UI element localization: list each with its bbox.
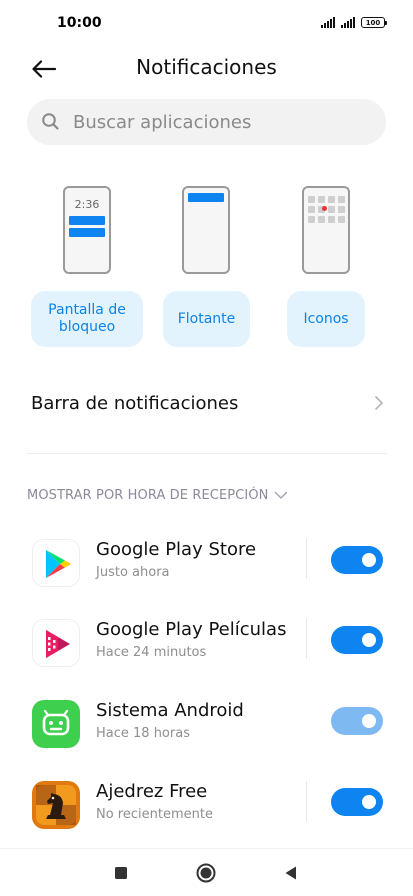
lock-preview-time: 2:36 (74, 198, 100, 211)
chevron-right-icon (375, 396, 383, 410)
app-row-android-system[interactable]: Sistema Android Hace 18 horas (0, 692, 413, 756)
divider (306, 539, 307, 579)
sort-selector[interactable]: MOSTRAR POR HORA DE RECEPCIÓN (27, 488, 288, 503)
triangle-back-icon (285, 866, 296, 880)
app-name: Ajedrez Free (96, 781, 208, 802)
battery-icon: 100 (361, 17, 387, 28)
floating-preview[interactable] (182, 186, 230, 274)
app-name: Google Play Películas (96, 619, 287, 640)
app-row-play-movies[interactable]: Google Play Películas Hace 24 minutos (0, 611, 413, 675)
home-button[interactable] (194, 861, 218, 885)
notification-bar-label: Barra de notificaciones (31, 393, 239, 414)
icons-preview[interactable] (302, 186, 350, 274)
app-row-chess[interactable]: Ajedrez Free No recientemente (0, 773, 413, 837)
divider (306, 781, 307, 821)
sort-label: MOSTRAR POR HORA DE RECEPCIÓN (27, 488, 269, 503)
battery-level: 100 (365, 18, 381, 27)
divider (27, 453, 387, 454)
play-movies-icon (32, 619, 80, 667)
navigation-bar (0, 848, 413, 896)
page-title: Notificaciones (136, 55, 277, 79)
play-store-icon (32, 539, 80, 587)
notification-toggle[interactable] (331, 626, 383, 654)
circle-icon (196, 863, 216, 883)
notification-toggle[interactable] (331, 788, 383, 816)
toggle-knob (362, 714, 376, 728)
preview-floating-bar (188, 193, 224, 202)
preview-notification-bar (69, 228, 105, 237)
notification-toggle[interactable] (331, 707, 383, 735)
app-last-notification: Hace 18 horas (96, 726, 190, 741)
recents-button[interactable] (109, 861, 133, 885)
app-last-notification: Justo ahora (96, 565, 170, 580)
notification-bar-row[interactable]: Barra de notificaciones (0, 372, 413, 436)
floating-style-label: Flotante (177, 310, 236, 327)
app-row-play-store[interactable]: Google Play Store Justo ahora (0, 531, 413, 595)
notification-toggle[interactable] (331, 546, 383, 574)
square-icon (115, 867, 127, 879)
status-time: 10:00 (57, 15, 102, 31)
divider (306, 619, 307, 659)
icons-style-button[interactable]: Iconos (287, 291, 365, 347)
lockscreen-preview[interactable]: 2:36 (63, 186, 111, 274)
back-nav-button[interactable] (279, 861, 303, 885)
icons-style-label: Iconos (303, 310, 349, 327)
toggle-knob (362, 795, 376, 809)
chevron-down-icon (275, 491, 288, 499)
preview-notification-bar (69, 216, 105, 225)
signal-icon (341, 17, 355, 28)
status-bar: 10:00 100 (0, 0, 413, 48)
chess-icon (32, 781, 80, 829)
lockscreen-style-label: Pantalla de bloqueo (48, 302, 126, 335)
search-bar[interactable] (27, 99, 386, 145)
header: Notificaciones (0, 48, 413, 90)
lockscreen-style-button[interactable]: Pantalla de bloqueo (31, 291, 143, 347)
app-name: Google Play Store (96, 539, 257, 560)
search-icon (42, 113, 59, 130)
app-name: Sistema Android (96, 700, 244, 721)
search-input[interactable] (73, 99, 373, 145)
status-icons: 100 (321, 17, 387, 28)
signal-icon (321, 17, 335, 28)
app-last-notification: No recientemente (96, 807, 213, 822)
toggle-knob (362, 633, 376, 647)
android-icon (32, 700, 80, 748)
badge-dot (322, 206, 327, 211)
toggle-knob (362, 553, 376, 567)
app-last-notification: Hace 24 minutos (96, 645, 207, 660)
floating-style-button[interactable]: Flotante (163, 291, 250, 347)
